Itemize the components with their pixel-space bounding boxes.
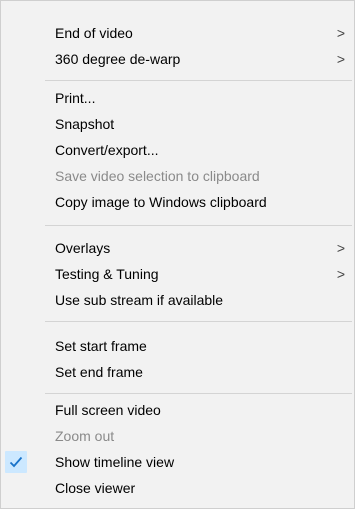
menu-separator — [45, 225, 352, 226]
menu-item-overlays[interactable]: Overlays > — [1, 236, 354, 260]
menu-item-close-viewer[interactable]: Close viewer — [1, 476, 354, 500]
menu-item-save-video-selection: Save video selection to clipboard — [1, 164, 354, 188]
menu-item-label: Convert/export... — [55, 142, 159, 158]
submenu-arrow-icon: > — [336, 240, 345, 256]
menu-item-zoom-out: Zoom out — [1, 424, 354, 448]
menu-item-full-screen-video[interactable]: Full screen video — [1, 398, 354, 422]
checkmark-icon — [5, 451, 27, 473]
menu-item-label: Snapshot — [55, 116, 115, 132]
submenu-arrow-icon: > — [336, 266, 345, 282]
context-menu: End of video > 360 degree de-warp > Prin… — [0, 0, 355, 509]
menu-item-label: Zoom out — [55, 428, 115, 444]
menu-separator — [45, 321, 352, 322]
menu-item-print[interactable]: Print... — [1, 86, 354, 110]
menu-separator — [45, 80, 352, 81]
menu-item-use-sub-stream[interactable]: Use sub stream if available — [1, 288, 354, 312]
menu-item-label: Use sub stream if available — [55, 292, 224, 308]
menu-item-copy-image-to-clipboard[interactable]: Copy image to Windows clipboard — [1, 190, 354, 214]
menu-item-label: Overlays — [55, 240, 111, 256]
menu-separator — [45, 393, 352, 394]
menu-item-label: Close viewer — [55, 480, 136, 496]
menu-item-label: Print... — [55, 90, 96, 106]
menu-item-label: Set end frame — [55, 364, 143, 380]
menu-item-360-degree-de-warp[interactable]: 360 degree de-warp > — [1, 47, 354, 71]
menu-item-show-timeline-view[interactable]: Show timeline view — [1, 450, 354, 474]
menu-item-label: Save video selection to clipboard — [55, 168, 260, 184]
menu-item-end-of-video[interactable]: End of video > — [1, 21, 354, 45]
menu-item-testing-tuning[interactable]: Testing & Tuning > — [1, 262, 354, 286]
menu-item-convert-export[interactable]: Convert/export... — [1, 138, 354, 162]
menu-item-label: Full screen video — [55, 402, 161, 418]
menu-item-label: Show timeline view — [55, 454, 175, 470]
menu-item-set-start-frame[interactable]: Set start frame — [1, 334, 354, 358]
menu-item-snapshot[interactable]: Snapshot — [1, 112, 354, 136]
menu-item-label: Copy image to Windows clipboard — [55, 194, 267, 210]
submenu-arrow-icon: > — [336, 51, 345, 67]
menu-item-label: Testing & Tuning — [55, 266, 159, 282]
submenu-arrow-icon: > — [336, 25, 345, 41]
menu-item-set-end-frame[interactable]: Set end frame — [1, 360, 354, 384]
menu-item-label: 360 degree de-warp — [55, 51, 181, 67]
menu-item-label: Set start frame — [55, 338, 147, 354]
menu-item-label: End of video — [55, 25, 133, 41]
